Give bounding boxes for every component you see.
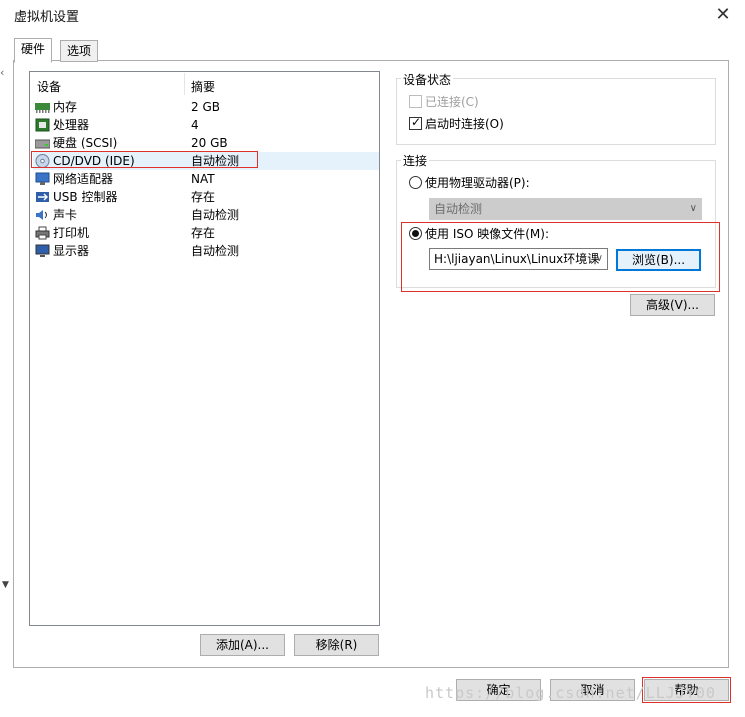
device-name: CD/DVD (IDE)	[53, 154, 135, 168]
device-summary: NAT	[191, 172, 215, 186]
device-row-processor[interactable]: 处理器 4	[33, 116, 379, 134]
window-title: 虚拟机设置	[14, 10, 80, 25]
device-summary: 自动检测	[191, 208, 240, 222]
iso-image-label: 使用 ISO 映像文件(M):	[425, 227, 549, 241]
device-row-printer[interactable]: 打印机 存在	[33, 224, 379, 242]
left-edge-arrow: ▼	[2, 580, 9, 590]
device-name: 显示器	[53, 244, 90, 258]
device-summary: 4	[191, 118, 199, 132]
network-adapter-icon	[35, 172, 50, 186]
device-summary: 2 GB	[191, 100, 220, 114]
device-name: 声卡	[53, 208, 78, 222]
device-name: 硬盘 (SCSI)	[53, 136, 118, 150]
device-status-group	[396, 78, 716, 145]
device-summary: 存在	[191, 190, 216, 204]
device-name: 网络适配器	[53, 172, 114, 186]
device-name: 打印机	[53, 226, 90, 240]
left-edge-artifact: ‹	[0, 66, 5, 79]
tab-hardware[interactable]: 硬件	[14, 38, 53, 63]
device-name: 内存	[53, 100, 78, 114]
checkmark-icon: ✓	[411, 115, 422, 129]
cd-dvd-icon	[35, 154, 50, 168]
connected-checkbox[interactable]	[409, 95, 422, 108]
sound-card-icon	[35, 208, 50, 222]
column-header-summary[interactable]: 摘要	[191, 78, 215, 95]
remove-device-button[interactable]: 移除(R)	[294, 634, 379, 656]
device-row-network-adapter[interactable]: 网络适配器 NAT	[33, 170, 379, 188]
watermark: https://blog.csdn.net/LLJJY00	[425, 684, 716, 702]
device-row-usb-controller[interactable]: USB 控制器 存在	[33, 188, 379, 206]
column-header-device[interactable]: 设备	[37, 78, 61, 95]
iso-path-combobox[interactable]: H:\ljiayan\Linux\Linux环境课 ∨	[429, 248, 608, 270]
device-summary: 20 GB	[191, 136, 228, 150]
device-summary: 自动检测	[191, 154, 240, 168]
device-status-title: 设备状态	[401, 71, 454, 88]
physical-drive-select-value: 自动检测	[434, 202, 483, 216]
device-row-display[interactable]: 显示器 自动检测	[33, 242, 379, 260]
device-name: 处理器	[53, 118, 90, 132]
printer-icon	[35, 226, 50, 240]
browse-button[interactable]: 浏览(B)...	[616, 249, 701, 271]
advanced-button[interactable]: 高级(V)...	[630, 294, 715, 316]
close-icon[interactable]: ✕	[712, 4, 734, 26]
chevron-down-icon: ∨	[595, 253, 603, 264]
chevron-down-icon: ∨	[689, 203, 697, 214]
device-name: USB 控制器	[53, 190, 118, 204]
memory-icon	[35, 100, 50, 114]
physical-drive-radio[interactable]	[409, 176, 422, 189]
add-device-button[interactable]: 添加(A)...	[200, 634, 285, 656]
connection-title: 连接	[401, 152, 430, 169]
device-summary: 存在	[191, 226, 216, 240]
device-row-sound-card[interactable]: 声卡 自动检测	[33, 206, 379, 224]
tab-options[interactable]: 选项	[60, 40, 99, 62]
connect-at-power-on-checkbox[interactable]: ✓	[409, 115, 422, 130]
iso-image-radio[interactable]	[409, 227, 422, 240]
radio-dot	[412, 230, 419, 237]
device-row-cd-dvd[interactable]: CD/DVD (IDE) 自动检测	[33, 152, 379, 170]
device-row-memory[interactable]: 内存 2 GB	[33, 98, 379, 116]
iso-path-value: H:\ljiayan\Linux\Linux环境课	[434, 252, 600, 266]
processor-icon	[35, 118, 50, 132]
physical-drive-select[interactable]: 自动检测 ∨	[429, 198, 702, 220]
hard-disk-icon	[34, 136, 51, 150]
column-separator	[184, 73, 185, 95]
physical-drive-label: 使用物理驱动器(P):	[425, 176, 530, 190]
device-summary: 自动检测	[191, 244, 240, 258]
connected-label: 已连接(C)	[425, 95, 479, 109]
display-icon	[35, 244, 50, 258]
device-row-hard-disk[interactable]: 硬盘 (SCSI) 20 GB	[33, 134, 379, 152]
usb-icon	[35, 190, 50, 204]
connect-at-power-on-label: 启动时连接(O)	[425, 117, 504, 131]
